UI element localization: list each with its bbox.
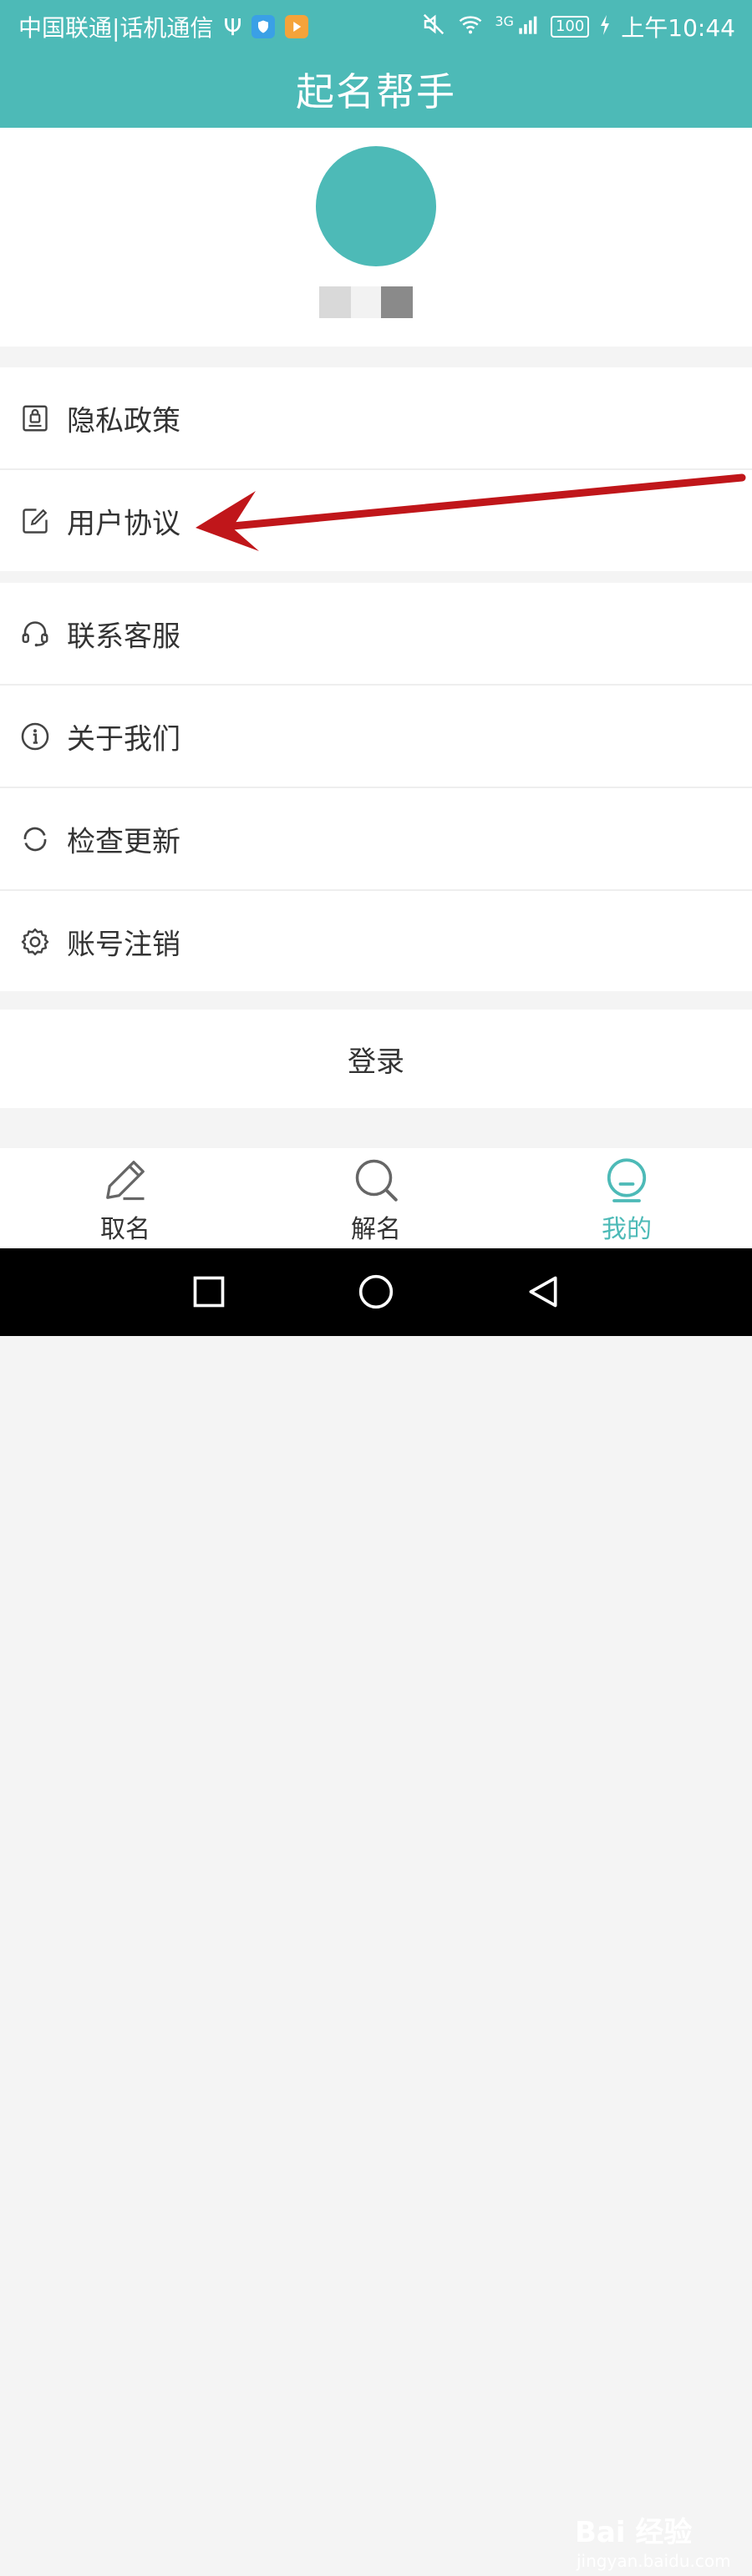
pencil-icon	[100, 1155, 150, 1205]
edit-document-icon	[20, 506, 50, 536]
privacy-icon	[20, 403, 50, 433]
watermark: Bai 经验 jingyan.baidu.com	[575, 2509, 734, 2576]
gear-icon	[20, 927, 50, 957]
nav-label: 我的	[602, 1215, 652, 1244]
nav-tab-naming[interactable]: 取名	[0, 1148, 251, 1248]
menu-item-about-us[interactable]: 关于我们	[0, 686, 752, 788]
carrier-text: 中国联通|话机通信	[18, 14, 214, 42]
play-app-icon	[285, 15, 309, 38]
nav-label: 取名	[100, 1215, 150, 1244]
menu-group-legal: 隐私政策 用户协议	[0, 367, 752, 571]
shield-app-icon	[252, 15, 276, 38]
bottom-nav: 取名 解名 我的	[0, 1148, 752, 1248]
status-bar: 中国联通|话机通信 Ψ 3G 100 上午10:44	[0, 0, 752, 52]
menu-item-label: 关于我们	[67, 722, 180, 756]
blur-block	[381, 286, 413, 318]
blurred-username	[319, 286, 413, 318]
nav-tab-mine[interactable]: 我的	[501, 1148, 752, 1248]
menu-item-privacy-policy[interactable]: 隐私政策	[0, 367, 752, 470]
signal-icon	[517, 13, 541, 42]
usb-icon: Ψ	[223, 13, 242, 41]
refresh-icon	[20, 824, 50, 854]
menu-item-label: 账号注销	[67, 928, 180, 961]
app-header: 中国联通|话机通信 Ψ 3G 100 上午10:44 起名帮手	[0, 0, 752, 128]
login-button[interactable]: 登录	[0, 1010, 752, 1108]
menu-group-support: 联系客服 关于我们 检查更新 账号注销	[0, 583, 752, 991]
status-right: 3G 100 上午10:44	[421, 10, 735, 43]
page-title: 起名帮手	[296, 69, 456, 114]
watermark-logo-text: Bai 经验	[575, 2516, 693, 2549]
back-icon[interactable]	[525, 1273, 561, 1310]
menu-item-customer-service[interactable]: 联系客服	[0, 583, 752, 686]
menu-item-check-update[interactable]: 检查更新	[0, 788, 752, 891]
home-icon[interactable]	[358, 1273, 394, 1310]
profile-section	[0, 128, 752, 347]
menu-item-user-agreement[interactable]: 用户协议	[0, 470, 752, 571]
clock-text: 上午10:44	[621, 14, 735, 42]
network-type: 3G	[495, 13, 514, 29]
menu-item-label: 隐私政策	[67, 404, 180, 438]
watermark-url: jingyan.baidu.com	[577, 2551, 731, 2571]
system-nav-bar: Bai 经验 jingyan.baidu.com	[0, 1248, 752, 2571]
search-icon	[351, 1155, 401, 1205]
nav-tab-analyze[interactable]: 解名	[251, 1148, 501, 1248]
blur-block	[319, 286, 351, 318]
headset-icon	[20, 619, 50, 649]
nav-label: 解名	[351, 1215, 401, 1244]
blur-block	[351, 286, 381, 318]
menu-item-label: 检查更新	[67, 825, 180, 858]
menu-item-account-cancel[interactable]: 账号注销	[0, 891, 752, 992]
profile-icon	[602, 1155, 652, 1205]
battery-indicator: 100	[550, 16, 590, 38]
menu-item-label: 用户协议	[67, 507, 180, 540]
wifi-icon	[456, 12, 485, 43]
avatar[interactable]	[316, 146, 436, 266]
mute-icon	[421, 12, 446, 43]
status-left: 中国联通|话机通信 Ψ	[18, 10, 309, 43]
info-icon	[20, 721, 50, 752]
menu-item-label: 联系客服	[67, 620, 180, 653]
recent-apps-icon[interactable]	[191, 1273, 227, 1310]
charging-icon	[599, 13, 611, 41]
